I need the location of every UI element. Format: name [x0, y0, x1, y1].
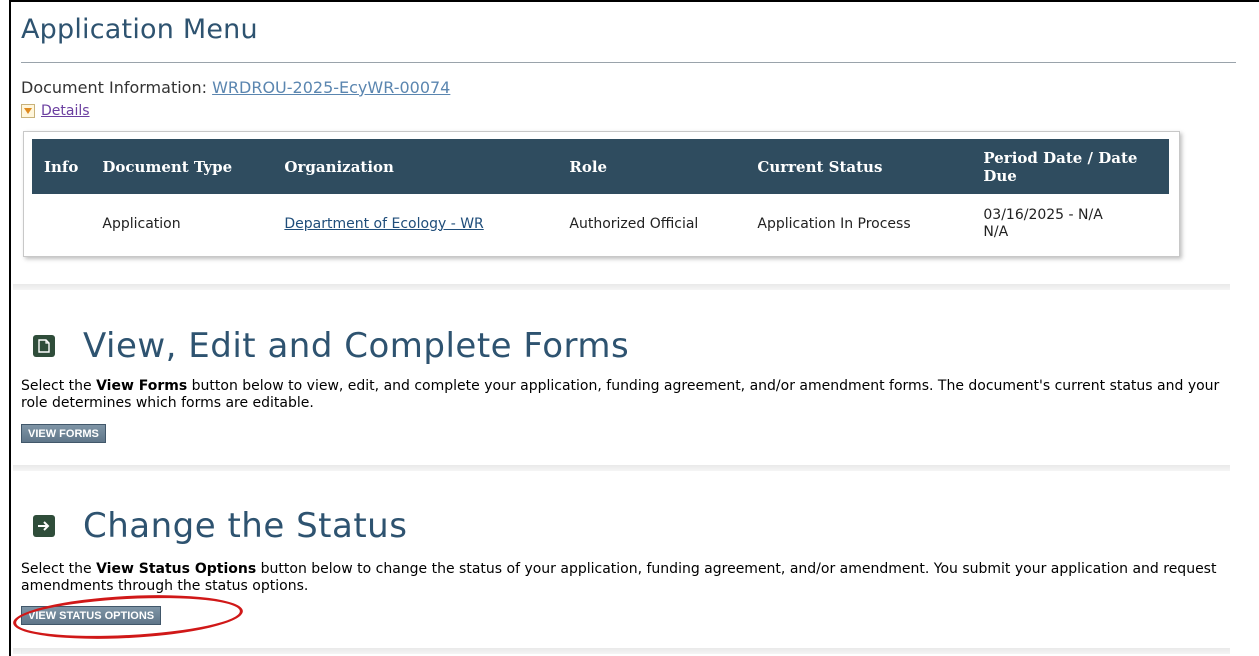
- cell-document-type: Application: [102, 215, 181, 232]
- table-header-row: Info Document Type Organization Role Cur…: [32, 139, 1169, 194]
- section-separator: [13, 648, 1230, 654]
- view-status-options-button[interactable]: VIEW STATUS OPTIONS: [21, 606, 162, 625]
- date-due-value: N/A: [983, 224, 1009, 240]
- forms-section-header: View, Edit and Complete Forms: [33, 326, 629, 366]
- status-section-description: Select the View Status Options button be…: [21, 561, 1236, 595]
- details-link[interactable]: Details: [41, 103, 90, 119]
- status-desc-bold: View Status Options: [96, 561, 257, 577]
- arrow-right-icon: [33, 515, 55, 537]
- forms-section-description: Select the View Forms button below to vi…: [21, 378, 1236, 412]
- cell-info: [32, 194, 90, 254]
- section-separator: [13, 465, 1230, 471]
- status-section-title: Change the Status: [83, 506, 408, 546]
- forms-desc-post: button below to view, edit, and complete…: [21, 378, 1220, 411]
- cell-organization: Department of Ecology - WR: [272, 194, 557, 254]
- view-forms-button[interactable]: VIEW FORMS: [21, 424, 106, 443]
- forms-desc-bold: View Forms: [96, 378, 188, 394]
- col-header-role: Role: [557, 139, 746, 194]
- document-info-table-card: Info Document Type Organization Role Cur…: [23, 131, 1180, 257]
- table-row: Application Department of Ecology - WR A…: [32, 194, 1169, 254]
- document-information: Document Information: WRDROU-2025-EcyWR-…: [21, 78, 450, 97]
- col-header-document-type: Document Type: [90, 139, 273, 194]
- status-section-header: Change the Status: [33, 506, 407, 546]
- col-header-period-date: Period Date / Date Due: [971, 139, 1169, 194]
- forms-section-title: View, Edit and Complete Forms: [83, 326, 630, 366]
- document-icon: [33, 335, 55, 357]
- organization-link[interactable]: Department of Ecology - WR: [284, 216, 483, 232]
- col-header-current-status: Current Status: [745, 139, 972, 194]
- cell-current-status: Application In Process: [757, 215, 911, 232]
- document-id-link[interactable]: WRDROU-2025-EcyWR-00074: [212, 78, 450, 97]
- details-toggle-row[interactable]: Details: [21, 103, 90, 119]
- col-header-info: Info: [32, 139, 91, 194]
- title-divider: [21, 62, 1236, 63]
- cell-role: Authorized Official: [569, 215, 699, 232]
- doc-info-label: Document Information:: [21, 78, 207, 97]
- document-info-table: Info Document Type Organization Role Cur…: [32, 139, 1169, 254]
- cell-period-date: 03/16/2025 - N/A N/A: [971, 194, 1169, 254]
- chevron-down-icon[interactable]: [21, 104, 35, 118]
- section-separator: [13, 284, 1230, 290]
- forms-desc-pre: Select the: [21, 378, 97, 394]
- page-frame: Application Menu Document Information: W…: [9, 0, 1259, 656]
- period-date-value: 03/16/2025 - N/A: [983, 207, 1103, 223]
- col-header-organization: Organization: [272, 139, 558, 194]
- page-title: Application Menu: [21, 14, 258, 45]
- status-desc-pre: Select the: [21, 561, 97, 577]
